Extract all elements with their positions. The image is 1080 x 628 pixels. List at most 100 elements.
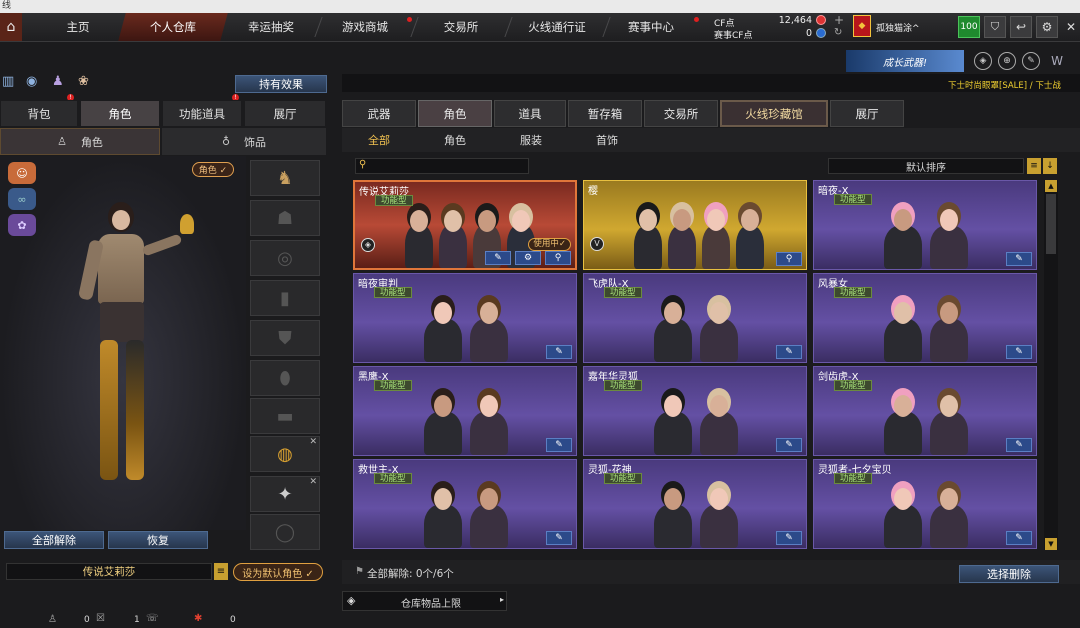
gear-icon[interactable]: ⚙ [1036,16,1058,38]
slot-helmet[interactable]: ☗ [250,200,320,236]
effects-button[interactable]: 持有效果 [235,75,327,93]
filter-all[interactable]: 全部 [368,132,390,148]
search-icon[interactable]: ⚲ [776,252,802,266]
role-card[interactable]: 樱 V ⚲ [583,180,807,270]
nav-tab-home[interactable]: 主页 [28,13,128,41]
role-card[interactable]: 救世主-X 功能型 ✎ [353,459,577,549]
role-card[interactable]: 灵狐者-七夕宝贝 功能型 ✎ [813,459,1037,549]
role-card[interactable]: 风暴女 功能型 ✎ [813,273,1037,363]
emote-category-icon[interactable]: ✿ [8,214,36,236]
edit-icon[interactable]: ✎ [776,438,802,452]
left-tab-bag[interactable]: 背包 [0,100,78,127]
role-card[interactable]: 灵狐-花神 功能型 ✎ [583,459,807,549]
edit-icon[interactable]: ✎ [546,438,572,452]
list-view-icon[interactable]: ≡ [1027,158,1041,174]
slot-vest[interactable]: ⬮ [250,360,320,396]
nav-tab-lottery[interactable]: 幸运抽奖 [224,13,318,41]
tab-exchange[interactable]: 交易所 [644,100,718,127]
slot-ring[interactable]: ◍ ✕ [250,436,320,472]
gift-icon[interactable]: ✱ [194,613,202,624]
growth-weapon-banner[interactable]: 成长武器! [846,50,964,72]
slot-bracelet[interactable]: ◯ [250,514,320,550]
nav-tab-events[interactable]: 赛事中心 [608,13,694,41]
set-default-button[interactable]: 设为默认角色 ✓ [233,563,323,581]
nav-tab-pass[interactable]: 火线通行证 [510,13,604,41]
sub-tab-role[interactable]: ♙ 角色 [0,128,160,155]
role-card[interactable]: 剑齿虎-X 功能型 ✎ [813,366,1037,456]
tab-roles[interactable]: 角色 [418,100,492,127]
slot-pendant[interactable]: ✦ ✕ [250,476,320,512]
nav-tab-exchange[interactable]: 交易所 [416,13,506,41]
nav-tab-shop[interactable]: 游戏商城 [320,13,410,41]
edit-icon[interactable]: ✎ [1006,345,1032,359]
pin-icon[interactable]: ✎ [1022,52,1040,70]
search-input[interactable]: ⚲ [355,158,529,174]
remove-icon[interactable]: ✕ [309,477,317,487]
role-card[interactable]: 黑鹰-X 功能型 ✎ [353,366,577,456]
tab-weapons[interactable]: 武器 [342,100,416,127]
slot-pants[interactable]: ▬ [250,398,320,434]
edit-icon[interactable]: ✎ [1006,438,1032,452]
restore-button[interactable]: 恢复 [108,531,208,549]
tab-temp-box[interactable]: 暂存箱 [568,100,642,127]
scroll-thumb[interactable] [1046,194,1056,254]
search-icon[interactable]: ⚲ [545,251,571,265]
left-tab-gallery[interactable]: 展厅 [244,100,326,127]
home-icon[interactable]: ⌂ [0,13,22,41]
sub-tab-accessory[interactable]: ♁ 饰品 [162,128,326,155]
rabbit-icon[interactable]: ❀ [78,74,89,89]
edit-icon[interactable]: ✎ [1006,531,1032,545]
filter-role[interactable]: 角色 [444,132,466,148]
close-icon[interactable]: ✕ [1062,16,1080,38]
slot-radio[interactable]: ▮ [250,280,320,316]
chat-icon[interactable]: ☏ [146,613,159,624]
sort-direction-icon[interactable]: ↓ [1043,158,1057,174]
shield-icon[interactable]: ⛉ [984,16,1006,38]
slot-glasses[interactable]: ◎ [250,240,320,276]
edit-icon[interactable]: ✎ [546,345,572,359]
return-icon[interactable]: ↩ [1010,16,1032,38]
select-delete-button[interactable]: 选择删除 [959,565,1059,583]
slot-backpack[interactable]: ⛊ [250,320,320,356]
edit-icon[interactable]: ✎ [776,531,802,545]
tab-gallery[interactable]: 展厅 [830,100,904,127]
mask-category-icon[interactable]: ∞ [8,188,36,210]
scroll-down-icon[interactable]: ▼ [1045,538,1057,550]
role-category-icon[interactable]: ☺ [8,162,36,184]
scroll-up-icon[interactable]: ▲ [1045,180,1057,192]
gear-icon[interactable]: ⚙ [515,251,541,265]
role-card[interactable]: 传说艾莉莎 功能型 使用中✓ ◈ ✎ ⚙ ⚲ [353,180,577,270]
figure-icon[interactable]: ♟ [52,74,64,89]
character-viewport[interactable]: ☺ ∞ ✿ 角色 ✓ [0,156,246,530]
slot-pet[interactable]: ♞ [250,160,320,196]
v-logo-icon[interactable]: W [1046,52,1068,70]
badge-icon[interactable]: ◈ [974,52,992,70]
left-tab-role[interactable]: 角色 [80,100,160,127]
role-card[interactable]: 嘉年华灵狐 功能型 ✎ [583,366,807,456]
edit-icon[interactable]: ✎ [485,251,511,265]
mail-icon[interactable]: ☒ [96,613,105,624]
edit-icon[interactable]: ✎ [776,345,802,359]
edit-icon[interactable]: ✎ [546,531,572,545]
globe-icon[interactable]: ⊕ [998,52,1016,70]
edit-icon[interactable]: ✎ [1006,252,1032,266]
chart-icon[interactable]: ▥ [2,74,14,89]
role-card[interactable]: 暗夜-X 功能型 ✎ [813,180,1037,270]
role-card[interactable]: 暗夜审判 功能型 ✎ [353,273,577,363]
sort-select[interactable]: 默认排序 [828,158,1024,174]
role-card[interactable]: 飞虎队-X 功能型 ✎ [583,273,807,363]
left-tab-function[interactable]: 功能道具 [162,100,242,127]
add-cf-icon[interactable]: + [834,13,844,27]
unequip-all-button[interactable]: 全部解除 [4,531,104,549]
tab-items[interactable]: 道具 [494,100,566,127]
filter-jewelry[interactable]: 首饰 [596,132,618,148]
refresh-icon[interactable]: ↻ [834,27,842,38]
remove-icon[interactable]: ✕ [309,437,317,447]
filter-clothing[interactable]: 服装 [520,132,542,148]
nav-tab-storage[interactable]: 个人仓库 [118,13,228,41]
eye-icon[interactable]: ◉ [26,74,37,89]
storage-limit-bar[interactable]: ◈ 仓库物品上限 ▸ [342,591,507,611]
tab-collection[interactable]: 火线珍藏馆 [720,100,828,127]
player-name[interactable]: 孤独猫涂^ [876,21,920,34]
scrollbar[interactable]: ▲ ▼ [1044,180,1058,550]
